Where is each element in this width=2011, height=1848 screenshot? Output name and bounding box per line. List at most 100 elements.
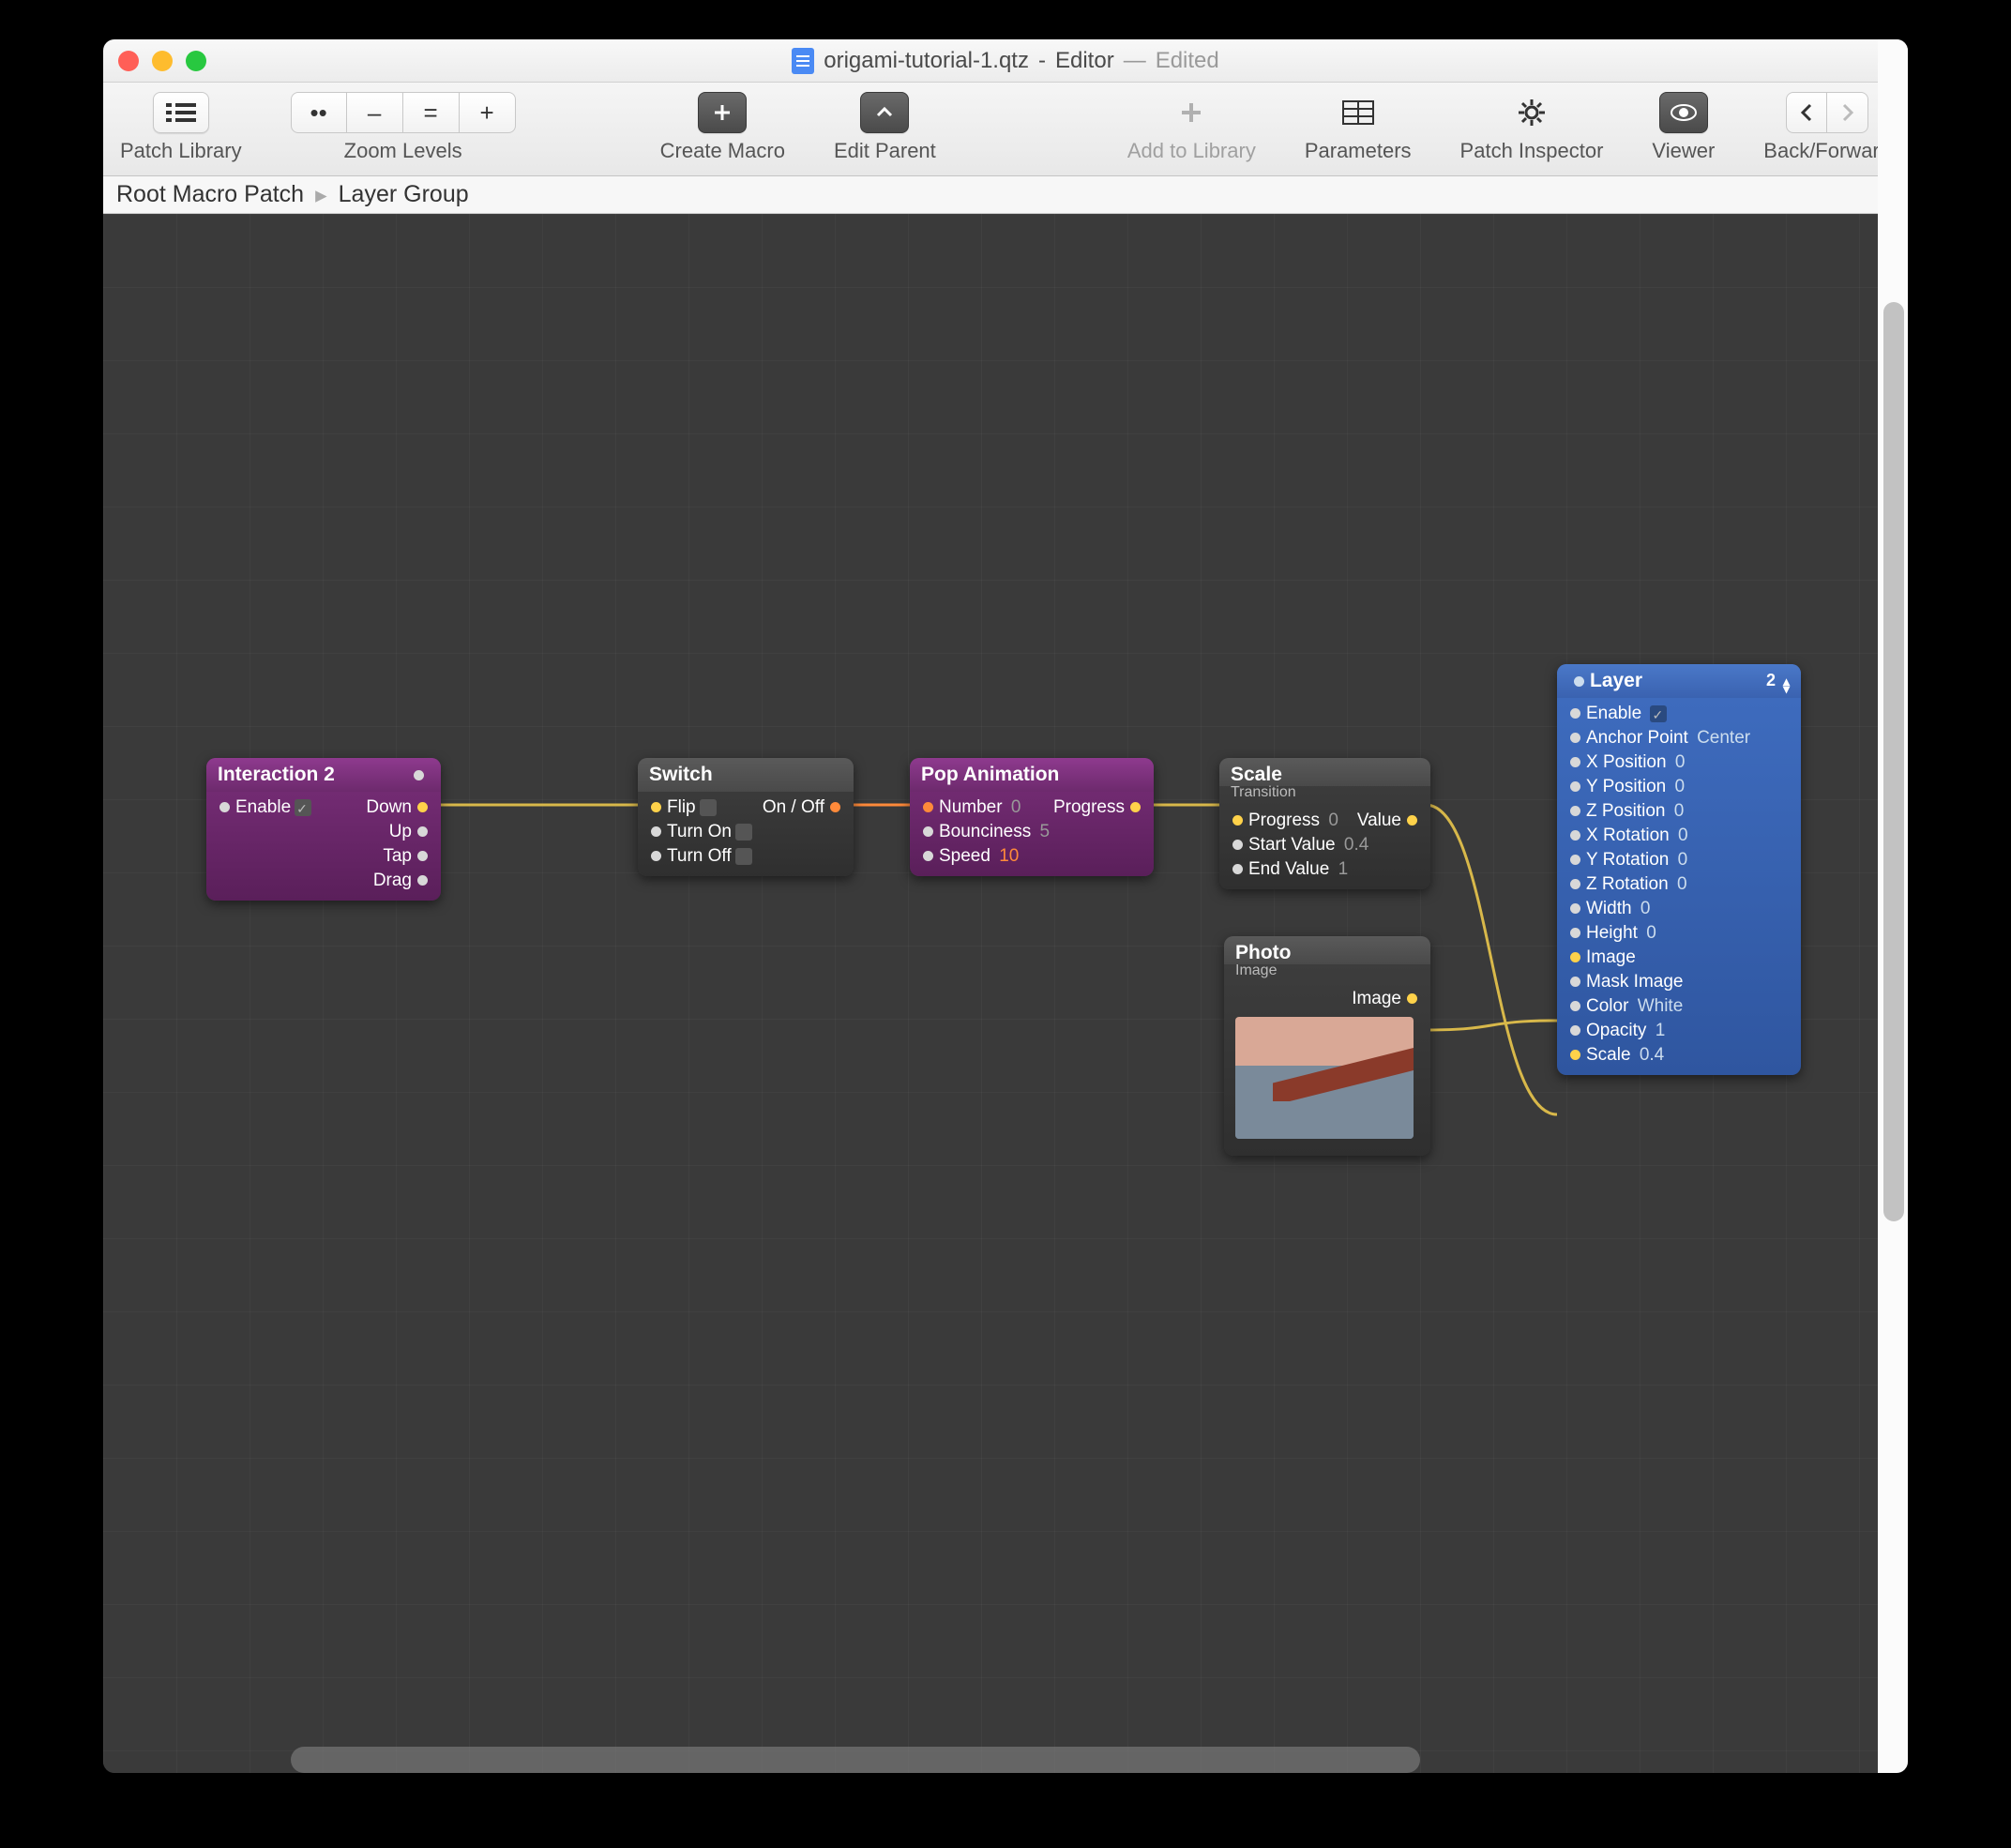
chevron-up-icon [874, 102, 895, 123]
port-in[interactable] [1570, 806, 1580, 816]
checkbox-icon[interactable] [700, 799, 717, 816]
editor-window: origami-tutorial-1.qtz - Editor — Edited… [103, 39, 1908, 1773]
port-in[interactable] [651, 851, 661, 861]
patch-library-label: Patch Library [120, 139, 242, 163]
port-out[interactable] [414, 770, 424, 780]
viewer-label: Viewer [1652, 139, 1715, 163]
zoom-levels-label: Zoom Levels [344, 139, 462, 163]
patch-canvas[interactable]: Interaction 2 Enable Down Up Tap Drag Sw… [103, 214, 1908, 1773]
patch-library-button[interactable] [153, 92, 209, 133]
breadcrumb: Root Macro Patch ▸ Layer Group [103, 176, 1908, 214]
port-in[interactable] [1570, 781, 1580, 792]
titlebar: origami-tutorial-1.qtz - Editor — Edited [103, 39, 1908, 83]
port-out[interactable] [417, 802, 428, 812]
back-button[interactable] [1786, 92, 1827, 133]
document-icon [792, 48, 814, 74]
zoom-fit-button[interactable]: •• [291, 92, 347, 133]
port-in[interactable] [1570, 1001, 1580, 1011]
port-in[interactable] [219, 802, 230, 812]
port-out[interactable] [1130, 802, 1141, 812]
port-in[interactable] [1232, 815, 1243, 826]
zoom-icon[interactable] [186, 51, 206, 71]
checkbox-icon[interactable] [295, 799, 311, 816]
back-forward-segmented [1786, 92, 1868, 133]
vertical-scrollbar-track [1878, 39, 1908, 1773]
chevron-left-icon [1799, 103, 1814, 122]
node-scale[interactable]: Scale Transition Progress 0 Value Start … [1219, 758, 1430, 889]
node-subtitle: Image [1224, 962, 1430, 983]
port-out[interactable] [1407, 815, 1417, 826]
port-in[interactable] [1570, 952, 1580, 962]
edited-indicator: Edited [1156, 48, 1219, 74]
add-to-library-button[interactable] [1177, 92, 1205, 133]
chevron-right-icon [1840, 103, 1855, 122]
edit-parent-button[interactable] [860, 92, 909, 133]
app-name: Editor [1055, 48, 1114, 74]
port-in[interactable] [651, 802, 661, 812]
port-out[interactable] [417, 875, 428, 886]
traffic-lights [118, 51, 206, 71]
checkbox-icon[interactable] [735, 848, 752, 865]
port-in[interactable] [1570, 903, 1580, 914]
port-out[interactable] [1407, 993, 1417, 1004]
port-in[interactable] [1570, 757, 1580, 767]
port-in[interactable] [1232, 864, 1243, 874]
node-title: Interaction 2 [218, 764, 335, 786]
port-in[interactable] [1570, 830, 1580, 841]
forward-button[interactable] [1827, 92, 1868, 133]
port-in[interactable] [1232, 840, 1243, 850]
port-in[interactable] [923, 802, 933, 812]
port-in[interactable] [1570, 879, 1580, 889]
checkbox-icon[interactable] [735, 824, 752, 841]
port-in[interactable] [1570, 928, 1580, 938]
checkbox-icon[interactable] [1650, 705, 1667, 722]
layer-index[interactable]: 2▴▾ [1766, 671, 1790, 692]
back-forward-label: Back/Forward [1763, 139, 1891, 163]
port-in[interactable] [651, 826, 661, 837]
list-icon [166, 101, 196, 124]
port-in[interactable] [1570, 733, 1580, 743]
port-in[interactable] [1570, 855, 1580, 865]
port-in[interactable] [923, 826, 933, 837]
zoom-segmented: •• – = + [291, 92, 516, 133]
patch-inspector-label: Patch Inspector [1460, 139, 1604, 163]
node-title: Layer [1590, 670, 1642, 691]
node-subtitle: Transition [1219, 784, 1430, 805]
close-icon[interactable] [118, 51, 139, 71]
zoom-actual-button[interactable]: = [403, 92, 460, 133]
viewer-button[interactable] [1659, 92, 1708, 133]
node-interaction[interactable]: Interaction 2 Enable Down Up Tap Drag [206, 758, 441, 901]
node-photo[interactable]: Photo Image Image [1224, 936, 1430, 1156]
stepper-icon[interactable]: ▴▾ [1783, 677, 1790, 692]
port-in[interactable] [1574, 676, 1584, 687]
horizontal-scrollbar[interactable] [291, 1747, 1420, 1773]
grid-icon [1342, 100, 1374, 125]
create-macro-button[interactable] [698, 92, 747, 133]
port-in[interactable] [1570, 1025, 1580, 1036]
port-in[interactable] [1570, 977, 1580, 987]
zoom-in-button[interactable]: + [460, 92, 516, 133]
port-in[interactable] [1570, 1050, 1580, 1060]
image-preview [1235, 1017, 1414, 1139]
zoom-out-button[interactable]: – [347, 92, 403, 133]
breadcrumb-root[interactable]: Root Macro Patch [116, 181, 304, 208]
node-title: Switch [649, 764, 713, 786]
parameters-label: Parameters [1305, 139, 1412, 163]
node-pop-animation[interactable]: Pop Animation Number 0 Progress Bouncine… [910, 758, 1154, 876]
parameters-button[interactable] [1342, 92, 1374, 133]
patch-inspector-button[interactable] [1517, 92, 1547, 133]
port-out[interactable] [830, 802, 840, 812]
node-title: Photo [1235, 942, 1291, 964]
node-title: Scale [1231, 764, 1282, 786]
port-in[interactable] [1570, 708, 1580, 719]
create-macro-label: Create Macro [660, 139, 785, 163]
filename: origami-tutorial-1.qtz [824, 48, 1029, 74]
vertical-scrollbar[interactable] [1883, 302, 1904, 1221]
minimize-icon[interactable] [152, 51, 173, 71]
node-switch[interactable]: Switch Flip On / Off Turn On Turn Off [638, 758, 854, 876]
port-out[interactable] [417, 851, 428, 861]
node-layer[interactable]: Layer 2▴▾ Enable Anchor Point Center X P… [1557, 664, 1801, 1075]
breadcrumb-current[interactable]: Layer Group [339, 181, 469, 208]
port-out[interactable] [417, 826, 428, 837]
port-in[interactable] [923, 851, 933, 861]
